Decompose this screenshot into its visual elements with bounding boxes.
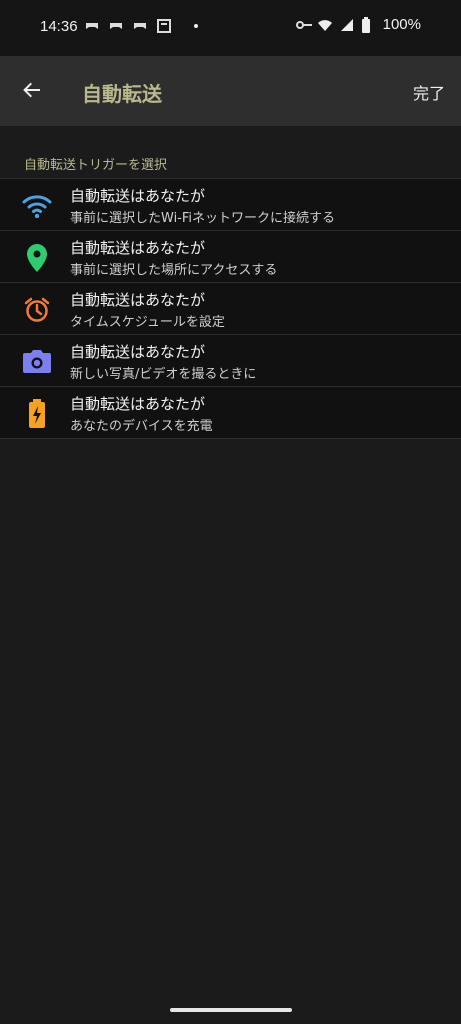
item-title: 自動転送はあなたが — [70, 291, 206, 309]
item-subtitle: タイムスケジュールを設定 — [70, 315, 225, 330]
item-subtitle: あなたのデバイスを充電 — [70, 419, 213, 434]
trigger-item-schedule[interactable]: 自動転送はあなたが タイムスケジュールを設定 — [0, 282, 461, 334]
game-controller-icon — [84, 18, 100, 34]
app-bar: 自動転送 完了 — [0, 56, 461, 126]
cellular-signal-icon — [339, 17, 355, 33]
trigger-list: 自動転送はあなたが 事前に選択したWi-Fiネットワークに接続する 自動転送はあ… — [0, 178, 461, 439]
vpn-key-icon — [295, 17, 312, 33]
item-subtitle: 事前に選択した場所にアクセスする — [70, 263, 278, 278]
trigger-item-location[interactable]: 自動転送はあなたが 事前に選択した場所にアクセスする — [0, 230, 461, 282]
alarm-clock-icon — [22, 295, 52, 325]
item-subtitle: 事前に選択したWi-Fiネットワークに接続する — [70, 211, 336, 226]
item-title: 自動転送はあなたが — [70, 395, 206, 413]
status-time: 14:36 — [40, 18, 78, 35]
game-controller-icon — [108, 18, 124, 34]
section-header: 自動転送トリガーを選択 — [24, 158, 168, 173]
more-notifications-dot — [194, 24, 198, 28]
battery-charging-icon — [22, 399, 52, 429]
item-title: 自動転送はあなたが — [70, 187, 206, 205]
camera-icon — [22, 347, 52, 377]
notification-icons — [84, 18, 198, 34]
battery-percentage: 100% — [382, 16, 421, 33]
trigger-item-charging[interactable]: 自動転送はあなたが あなたのデバイスを充電 — [0, 386, 461, 439]
game-controller-icon — [132, 18, 148, 34]
gesture-nav-bar[interactable] — [170, 1008, 292, 1012]
arrow-back-icon — [22, 80, 42, 104]
wifi-icon — [22, 191, 52, 221]
location-pin-icon — [22, 243, 52, 273]
battery-icon — [361, 16, 377, 33]
system-status: 100% — [295, 16, 421, 33]
wifi-signal-icon — [317, 17, 333, 33]
item-title: 自動転送はあなたが — [70, 343, 206, 361]
trigger-item-camera[interactable]: 自動転送はあなたが 新しい写真/ビデオを撮るときに — [0, 334, 461, 386]
back-button[interactable] — [16, 76, 48, 108]
done-button[interactable]: 完了 — [413, 80, 445, 104]
item-title: 自動転送はあなたが — [70, 239, 206, 257]
status-bar: 14:36 100% — [0, 0, 461, 56]
item-subtitle: 新しい写真/ビデオを撮るときに — [70, 367, 257, 382]
page-title: 自動転送 — [82, 82, 162, 106]
trigger-item-wifi[interactable]: 自動転送はあなたが 事前に選択したWi-Fiネットワークに接続する — [0, 178, 461, 230]
news-icon — [156, 18, 172, 34]
